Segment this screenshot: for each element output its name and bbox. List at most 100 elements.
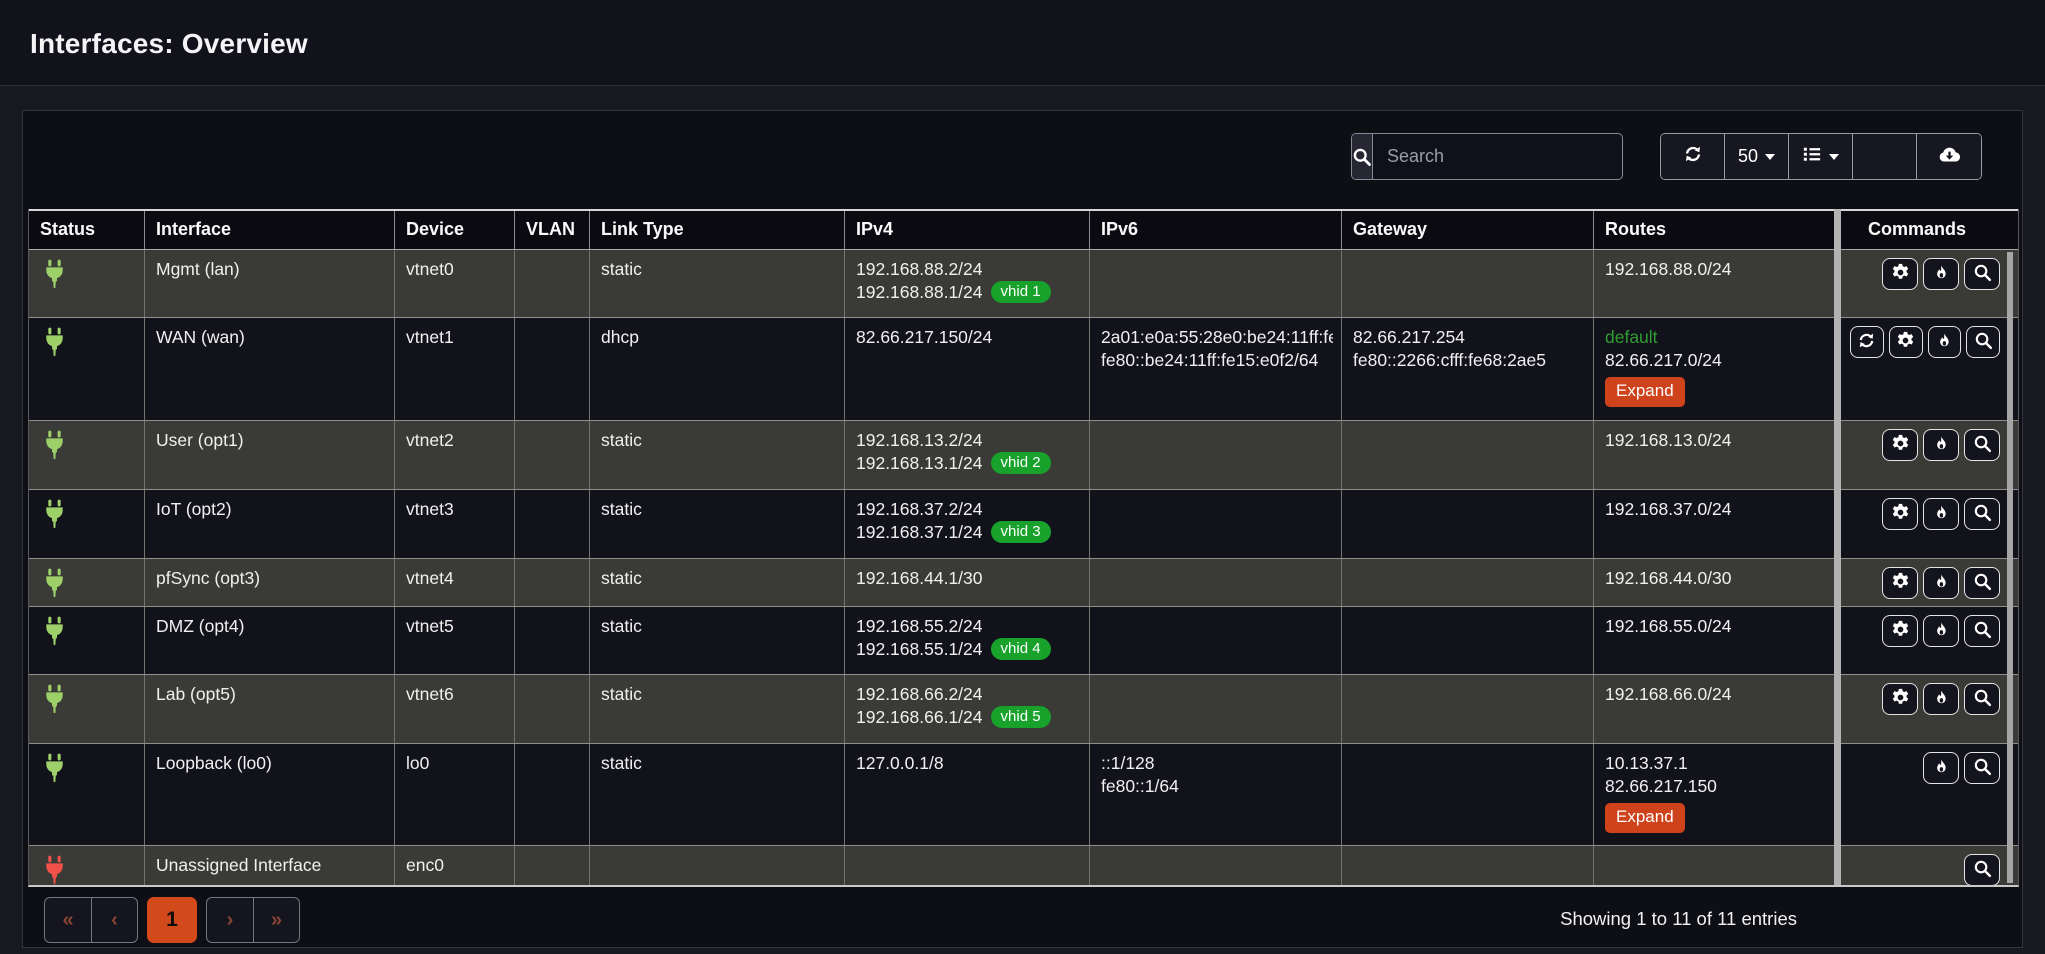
vertical-scrollbar-track[interactable]: [1834, 209, 1841, 885]
toolbar: 50: [23, 111, 2022, 209]
cell-status: [29, 846, 145, 885]
vertical-scrollbar-thumb[interactable]: [2007, 252, 2013, 883]
refresh-icon: [1683, 144, 1703, 169]
cell-line: 82.66.217.150: [1605, 775, 1831, 798]
cell-gateway: [1342, 421, 1594, 489]
cell-device: vtnet6: [395, 675, 515, 743]
cell-ipv6: [1090, 250, 1342, 317]
details-button[interactable]: [1964, 258, 2000, 290]
route-value: 10.13.37.1: [1605, 753, 1688, 773]
firewall-button[interactable]: [1923, 258, 1959, 290]
expand-button[interactable]: Expand: [1605, 377, 1685, 407]
details-button[interactable]: [1964, 615, 2000, 647]
cell-vlan: [515, 559, 590, 606]
cell-interface: Unassigned Interface: [145, 846, 395, 885]
cell-line: 192.168.55.0/24: [1605, 615, 1831, 638]
cell-line: 192.168.88.2/24: [856, 258, 1081, 281]
device-value: lo0: [406, 753, 429, 773]
details-icon: [1973, 688, 1992, 710]
table-row: Lab (opt5)vtnet6static192.168.66.2/24192…: [29, 675, 2018, 744]
ipv4-value: 192.168.37.1/24: [856, 522, 983, 542]
search-input[interactable]: [1373, 134, 1623, 179]
cell-line: 192.168.13.1/24vhid 2: [856, 452, 1081, 475]
cell-ipv6: [1090, 675, 1342, 743]
current-page-button[interactable]: 1: [147, 897, 197, 943]
previous-page-button[interactable]: ‹: [91, 897, 138, 943]
next-page-button[interactable]: ›: [206, 897, 253, 943]
interface-value: DMZ (opt4): [156, 616, 244, 636]
columns-button[interactable]: [1789, 134, 1853, 179]
ipv4-value: 192.168.55.1/24: [856, 639, 983, 659]
ipv6-value: fe80::be24:11ff:fe15:e0f2/64: [1101, 350, 1318, 370]
plug-up-icon: [42, 768, 67, 788]
firewall-button[interactable]: [1923, 683, 1959, 715]
expand-button[interactable]: Expand: [1605, 803, 1685, 833]
interface-value: WAN (wan): [156, 327, 245, 347]
column-header-ipv6[interactable]: IPv6: [1090, 211, 1342, 249]
details-button[interactable]: [1964, 567, 2000, 599]
settings-button[interactable]: [1882, 567, 1918, 599]
spacer-button[interactable]: [1853, 134, 1917, 179]
column-header-vlan[interactable]: VLAN: [515, 211, 590, 249]
page-size-button[interactable]: 50: [1725, 134, 1789, 179]
details-button[interactable]: [1964, 429, 2000, 461]
export-button[interactable]: [1917, 134, 1981, 179]
cell-ipv4: 192.168.44.1/30: [845, 559, 1090, 606]
firewall-button[interactable]: [1923, 567, 1959, 599]
column-header-device[interactable]: Device: [395, 211, 515, 249]
firewall-button[interactable]: [1923, 429, 1959, 461]
refresh-button[interactable]: [1661, 134, 1725, 179]
column-header-routes[interactable]: Routes: [1594, 211, 1840, 249]
firewall-button[interactable]: [1923, 615, 1959, 647]
settings-button[interactable]: [1882, 498, 1918, 530]
page-title: Interfaces: Overview: [30, 28, 308, 60]
entries-summary: Showing 1 to 11 of 11 entries: [1560, 908, 1797, 930]
cell-gateway: 82.66.217.254fe80::2266:cfff:fe68:2ae5: [1342, 318, 1594, 420]
plug-up-icon: [42, 342, 67, 362]
settings-button[interactable]: [1882, 258, 1918, 290]
search-icon[interactable]: [1352, 134, 1373, 179]
cell-commands: [1840, 846, 2018, 885]
details-button[interactable]: [1964, 498, 2000, 530]
cell-ipv4: 192.168.66.2/24192.168.66.1/24vhid 5: [845, 675, 1090, 743]
vhid-badge: vhid 3: [991, 521, 1051, 543]
firewall-button[interactable]: [1923, 752, 1959, 784]
details-button[interactable]: [1966, 326, 2000, 358]
cell-interface: IoT (opt2): [145, 490, 395, 558]
page-size-value: 50: [1738, 146, 1758, 167]
firewall-button[interactable]: [1928, 326, 1962, 358]
table-row: WAN (wan)vtnet1dhcp82.66.217.150/242a01:…: [29, 318, 2018, 421]
cell-line: fe80::be24:11ff:fe15:e0f2/64: [1101, 349, 1333, 372]
details-button[interactable]: [1964, 683, 2000, 715]
gateway-value: 82.66.217.254: [1353, 327, 1465, 347]
vhid-badge: vhid 1: [991, 281, 1051, 303]
last-page-button[interactable]: »: [253, 897, 300, 943]
first-page-button[interactable]: «: [44, 897, 91, 943]
cell-device: lo0: [395, 744, 515, 845]
column-header-status[interactable]: Status: [29, 211, 145, 249]
cell-interface: Loopback (lo0): [145, 744, 395, 845]
cell-commands: [1840, 744, 2018, 845]
vhid-badge: vhid 4: [991, 638, 1051, 660]
cell-line: 192.168.13.0/24: [1605, 429, 1831, 452]
settings-button[interactable]: [1882, 615, 1918, 647]
column-header-commands[interactable]: Commands: [1840, 211, 2018, 249]
reload-button[interactable]: [1850, 326, 1884, 358]
firewall-icon: [1933, 434, 1950, 456]
link-type-value: dhcp: [601, 327, 639, 347]
settings-button[interactable]: [1889, 326, 1923, 358]
details-button[interactable]: [1964, 854, 2000, 885]
settings-button[interactable]: [1882, 429, 1918, 461]
cell-ipv6: ::1/128fe80::1/64: [1090, 744, 1342, 845]
firewall-button[interactable]: [1923, 498, 1959, 530]
cell-interface: WAN (wan): [145, 318, 395, 420]
column-header-gateway[interactable]: Gateway: [1342, 211, 1594, 249]
settings-button[interactable]: [1882, 683, 1918, 715]
link-type-value: static: [601, 568, 642, 588]
column-header-link-type[interactable]: Link Type: [590, 211, 845, 249]
link-type-value: static: [601, 616, 642, 636]
cell-routes: default82.66.217.0/24Expand: [1594, 318, 1840, 420]
column-header-interface[interactable]: Interface: [145, 211, 395, 249]
details-button[interactable]: [1964, 752, 2000, 784]
column-header-ipv4[interactable]: IPv4: [845, 211, 1090, 249]
